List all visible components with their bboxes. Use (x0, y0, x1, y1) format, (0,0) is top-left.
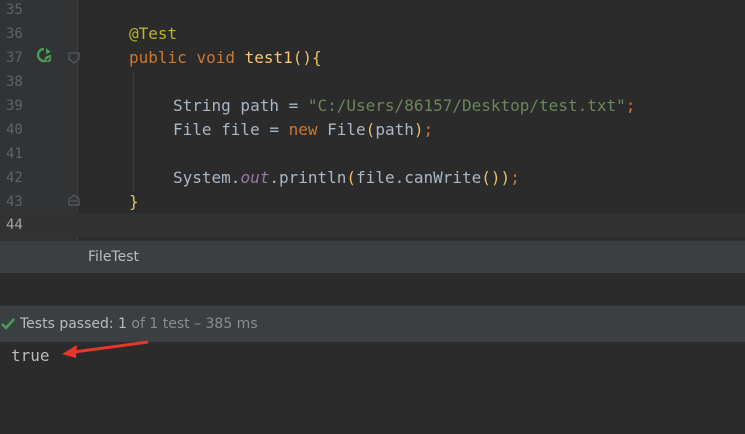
semicolon: ; (625, 96, 636, 115)
passed-count: 1 (118, 316, 127, 332)
passed-details: of 1 test – 385 ms (126, 316, 258, 332)
code-line-38[interactable]: 38 (0, 70, 745, 94)
test-tree-area (0, 273, 745, 304)
line-number: 41 (6, 146, 23, 162)
line-number: 38 (6, 74, 23, 90)
semicolon: ; (510, 168, 520, 187)
tab-filetest[interactable]: FileTest (88, 241, 139, 273)
var-path-decl: path = (230, 96, 308, 115)
keyword-new: new (288, 120, 318, 139)
line-number: 39 (6, 98, 23, 114)
code-line-44-current[interactable]: 44 (0, 213, 745, 237)
line-number: 35 (6, 2, 23, 18)
out-field: out (240, 168, 270, 187)
keyword-void: void (196, 48, 235, 67)
code-line-37[interactable]: 37 public void test1(){ (0, 46, 745, 70)
annotation-token: @Test (129, 24, 178, 43)
line-number: 37 (6, 50, 23, 66)
line-number: 44 (6, 217, 23, 233)
red-arrow-annotation (62, 340, 149, 358)
fold-close-icon[interactable] (68, 194, 80, 206)
semicolon: ; (423, 120, 434, 139)
arg-path: path (375, 120, 414, 139)
line-number: 42 (6, 170, 23, 186)
code-line-36[interactable]: 36 @Test (0, 22, 745, 46)
path-string-literal: "C:/Users/86157/Desktop/test.txt" (307, 96, 626, 115)
method-name: test1 (244, 48, 293, 67)
ctor-name: File (317, 120, 366, 139)
code-line-40[interactable]: 40 File file = new File(path); (0, 118, 745, 142)
code-line-42[interactable]: 42 System.out.println(file.canWrite()); (0, 166, 745, 190)
tests-passed-summary: Tests passed: 1 of 1 test – 385 ms (20, 306, 258, 342)
line-number: 40 (6, 122, 23, 138)
type-file: File (173, 120, 212, 139)
type-string: String (173, 96, 231, 115)
line-number: 43 (6, 194, 23, 210)
var-file-decl: file = (211, 120, 289, 139)
paren-open: ( (365, 120, 376, 139)
code-line-41[interactable]: 41 (0, 142, 745, 166)
keyword-public: public (129, 48, 187, 67)
paren-pair: () (292, 48, 313, 67)
code-editor[interactable]: 35 36 @Test 37 public void test1(){ 38 3… (0, 0, 745, 240)
brace-close: } (129, 192, 139, 211)
paren-open: ( (346, 168, 357, 187)
system-class: System. (173, 168, 241, 187)
passed-label: Tests passed: (20, 316, 119, 332)
code-line-43[interactable]: 43 } (0, 190, 745, 214)
paren-close: ) (500, 168, 511, 187)
line-number: 36 (6, 26, 23, 42)
console-text: true (11, 346, 50, 365)
paren-pair: () (481, 168, 501, 187)
run-test-icon[interactable] (36, 47, 52, 63)
code-line-35[interactable]: 35 (0, 0, 745, 22)
fold-open-icon[interactable] (68, 52, 80, 64)
println-call: .println (269, 168, 347, 187)
arg-expression: file.canWrite (356, 168, 482, 187)
check-icon (1, 318, 15, 330)
brace-open: { (312, 48, 322, 67)
code-line-39[interactable]: 39 String path = "C:/Users/86157/Desktop… (0, 94, 745, 118)
run-tab-bar: FileTest (0, 240, 745, 273)
